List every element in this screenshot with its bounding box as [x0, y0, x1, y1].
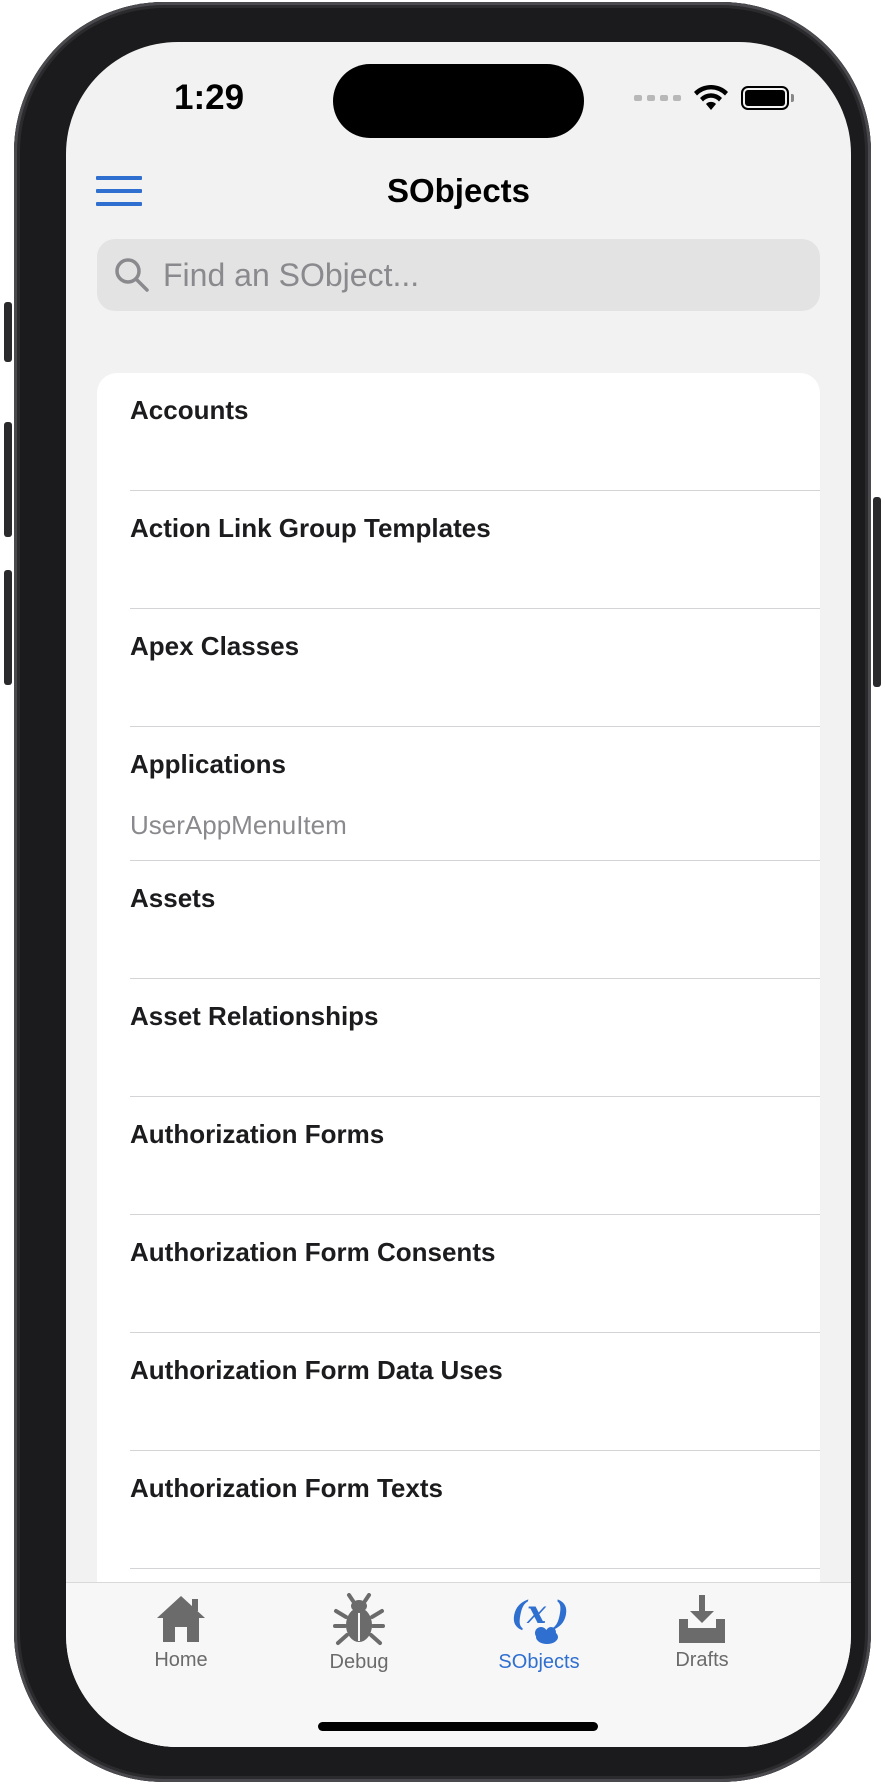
list-item[interactable]: Action Link Group Templates — [130, 491, 820, 609]
sobject-icon: ( x ) — [511, 1593, 569, 1644]
status-time: 1:29 — [174, 78, 245, 117]
tab-home[interactable]: Home — [116, 1593, 246, 1672]
status-icons — [634, 84, 794, 112]
dynamic-island — [333, 64, 584, 138]
action-button — [4, 302, 12, 362]
search-input[interactable] — [161, 255, 785, 295]
tab-drafts[interactable]: Drafts — [637, 1593, 767, 1672]
list-item-title: Apex Classes — [130, 631, 300, 661]
list-item-title: Action Link Group Templates — [130, 513, 491, 543]
list-item[interactable]: Asset Relationships — [130, 979, 820, 1097]
list-item[interactable]: Authorization Form Consents — [130, 1215, 820, 1333]
list-item[interactable]: Apex Classes — [130, 609, 820, 727]
volume-down-button — [4, 570, 12, 685]
tab-label: Drafts — [675, 1649, 729, 1671]
tray-download-icon — [679, 1595, 725, 1643]
volume-up-button — [4, 422, 12, 537]
tab-label: Debug — [329, 1651, 389, 1673]
list-item-title: Accounts — [130, 395, 249, 425]
list-item[interactable]: Authorization Forms — [130, 1097, 820, 1215]
list-item-title: Authorization Form Consents — [130, 1237, 496, 1267]
list-item-title: Assets — [130, 883, 216, 913]
list-item-title: Authorization Form Texts — [130, 1473, 443, 1503]
screen: 1:29 SObjects Accounts — [66, 42, 851, 1747]
phone-frame: 1:29 SObjects Accounts — [4, 2, 881, 1782]
tab-label: Home — [154, 1649, 208, 1671]
list-item-subtitle: UserAppMenuItem — [130, 810, 347, 840]
list-item-title: Asset Relationships — [130, 1001, 379, 1031]
search-bar[interactable] — [97, 239, 820, 311]
list-item[interactable]: Applications UserAppMenuItem — [130, 727, 820, 861]
battery-icon — [741, 86, 794, 110]
search-icon — [115, 258, 149, 292]
home-indicator[interactable] — [318, 1722, 598, 1731]
list-item[interactable]: Assets — [130, 861, 820, 979]
house-icon — [157, 1596, 205, 1642]
list-item-title: Applications — [130, 749, 287, 779]
list-item[interactable]: Accounts — [130, 373, 820, 491]
page-title: SObjects — [386, 172, 531, 209]
bug-icon — [333, 1593, 385, 1645]
cellular-signal-icon — [634, 95, 681, 101]
list-item[interactable]: Authorization Form Texts — [130, 1451, 820, 1569]
sobject-list[interactable]: Accounts Action Link Group Templates Ape… — [97, 373, 820, 1747]
tab-debug[interactable]: Debug — [294, 1593, 424, 1674]
tab-label: SObjects — [498, 1651, 580, 1673]
power-button — [873, 497, 881, 687]
list-item-title: Authorization Form Data Uses — [130, 1355, 503, 1385]
tab-sobjects[interactable]: ( x ) SObjects — [474, 1593, 604, 1674]
svg-text:x: x — [526, 1593, 547, 1631]
list-item[interactable]: Authorization Form Data Uses — [130, 1333, 820, 1451]
list-item-title: Authorization Forms — [130, 1119, 385, 1149]
wifi-icon — [694, 84, 728, 110]
